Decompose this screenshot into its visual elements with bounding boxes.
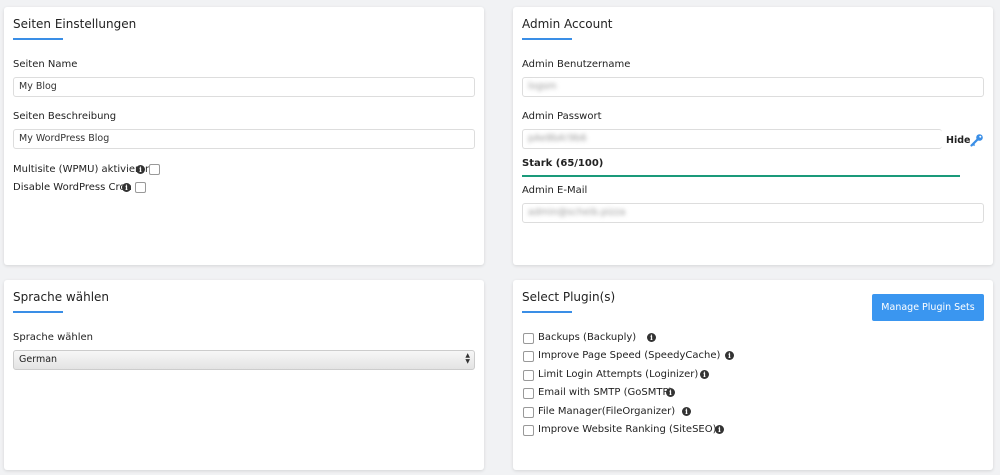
password-strength-text: Stark (65/100) <box>522 158 604 169</box>
site-description-label: Seiten Beschreibung <box>13 111 117 122</box>
plugins-title: Select Plugin(s) <box>522 290 616 304</box>
generate-password-key-icon[interactable] <box>970 132 984 147</box>
language-select[interactable]: German ▲ ▼ <box>13 350 475 370</box>
admin-username-input[interactable]: logsm <box>522 77 984 97</box>
cron-info-icon[interactable]: i <box>122 183 131 192</box>
language-selected-value: German <box>19 354 58 365</box>
plugin-checkbox[interactable] <box>523 425 534 436</box>
plugin-info-icon[interactable]: i <box>666 388 675 398</box>
site-name-label: Seiten Name <box>13 59 78 70</box>
plugin-label: Improve Website Ranking (SiteSEO) <box>538 424 717 435</box>
title-underline <box>522 311 572 313</box>
plugin-info-icon[interactable]: i <box>700 369 709 379</box>
password-strength-fill <box>522 175 960 177</box>
admin-password-input[interactable]: pAe8bA!9b6 <box>522 129 942 149</box>
password-strength-bar <box>522 175 960 177</box>
plugin-label: Improve Page Speed (SpeedyCache) <box>538 350 721 362</box>
multisite-checkbox[interactable] <box>149 164 160 175</box>
admin-account-card: Admin Account Admin Benutzername logsm A… <box>513 7 993 265</box>
hide-password-toggle[interactable]: Hide <box>946 135 970 146</box>
disable-cron-checkbox[interactable] <box>135 182 146 193</box>
admin-email-input[interactable]: admin@scheib.pizza <box>522 203 984 223</box>
admin-email-label: Admin E-Mail <box>522 185 588 196</box>
admin-password-label: Admin Passwort <box>522 111 602 122</box>
plugin-checkbox[interactable] <box>523 388 534 400</box>
plugin-label: Email with SMTP (GoSMTP) <box>538 387 673 399</box>
plugins-card: Select Plugin(s) Manage Plugin Sets Back… <box>513 280 993 470</box>
select-arrows-icon: ▲ ▼ <box>465 352 470 365</box>
language-card: Sprache wählen Sprache wählen German ▲ ▼ <box>4 280 484 470</box>
admin-email-value: admin@scheib.pizza <box>528 207 626 218</box>
site-name-input[interactable]: My Blog <box>13 77 475 97</box>
admin-username-label: Admin Benutzername <box>522 59 631 70</box>
plugin-info-icon[interactable]: i <box>682 406 691 416</box>
admin-account-title: Admin Account <box>522 17 613 31</box>
admin-password-value: pAe8bA!9b6 <box>528 133 587 144</box>
plugin-info-icon[interactable]: i <box>647 333 656 342</box>
plugin-checkbox[interactable] <box>523 369 534 381</box>
language-label: Sprache wählen <box>13 332 94 343</box>
language-title: Sprache wählen <box>13 290 110 304</box>
manage-plugin-sets-button[interactable]: Manage Plugin Sets <box>872 294 984 321</box>
site-settings-card: Seiten Einstellungen Seiten Name My Blog… <box>4 7 484 265</box>
plugin-info-icon[interactable]: i <box>715 425 724 434</box>
title-underline <box>13 38 63 40</box>
site-description-input[interactable]: My WordPress Blog <box>13 129 475 149</box>
plugin-info-icon[interactable]: i <box>725 351 734 361</box>
plugin-label: File Manager(FileOrganizer) <box>538 405 676 417</box>
title-underline <box>522 38 572 40</box>
plugin-checkbox[interactable] <box>523 351 534 363</box>
disable-cron-label: Disable WordPress Cron <box>13 182 132 193</box>
plugin-checkbox[interactable] <box>523 333 534 344</box>
plugin-label: Backups (Backuply) <box>538 332 637 343</box>
admin-username-value: logsm <box>528 81 557 92</box>
multisite-info-icon[interactable]: i <box>136 165 145 174</box>
plugin-label: Limit Login Attempts (Loginizer) <box>538 368 699 380</box>
title-underline <box>13 311 63 313</box>
multisite-label: Multisite (WPMU) aktivieren <box>13 164 152 175</box>
plugin-checkbox[interactable] <box>523 406 534 418</box>
site-settings-title: Seiten Einstellungen <box>13 17 137 31</box>
